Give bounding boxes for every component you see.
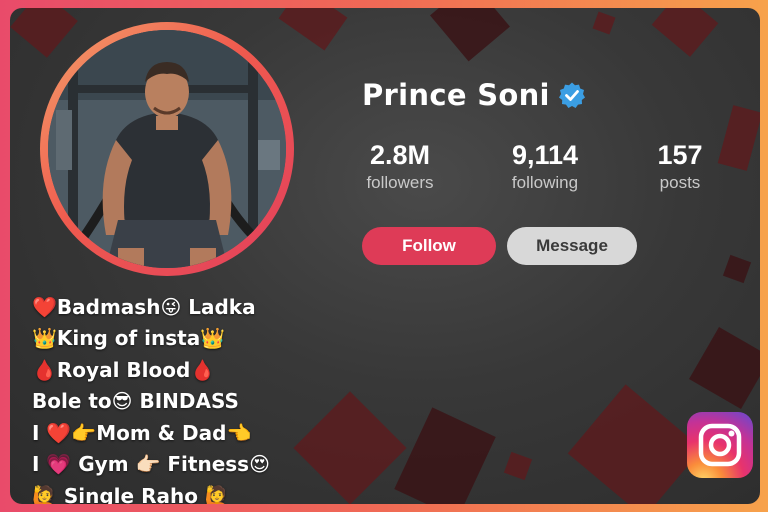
bg-shard <box>592 11 616 35</box>
profile-header: Prince Soni <box>362 78 586 112</box>
bg-shard <box>430 8 510 62</box>
stat-following[interactable]: 9,114 following <box>490 140 600 193</box>
bio-line: 👑King of insta👑 <box>32 326 226 351</box>
message-button[interactable]: Message <box>507 227 637 265</box>
stat-label: following <box>511 173 579 192</box>
verified-check-icon <box>558 82 585 108</box>
bg-shard <box>689 327 760 409</box>
bg-shard <box>722 254 752 284</box>
bio-line: 🙋 Single Raho 🙋 <box>32 483 230 504</box>
avatar-image <box>48 30 286 268</box>
bio-line: 🩸Royal Blood🩸 <box>32 357 216 382</box>
stat-value: 157 <box>657 140 703 170</box>
camera-glyph-icon <box>698 423 742 467</box>
stat-posts[interactable]: 157 posts <box>640 140 720 193</box>
bg-shard <box>394 407 496 504</box>
stat-label: followers <box>366 173 434 192</box>
stat-label: posts <box>659 173 701 192</box>
bg-shard <box>10 8 78 58</box>
bg-shard <box>717 105 760 171</box>
profile-card: Prince Soni 2.8M followers 9,114 followi… <box>10 8 760 504</box>
stat-value: 2.8M <box>369 140 431 170</box>
stat-followers[interactable]: 2.8M followers <box>350 140 450 193</box>
profile-name: Prince Soni <box>362 78 550 112</box>
bg-shard <box>567 384 703 504</box>
instagram-logo-icon[interactable] <box>687 412 753 478</box>
bg-shard <box>651 8 719 57</box>
profile-frame: Prince Soni 2.8M followers 9,114 followi… <box>0 0 768 512</box>
avatar <box>48 30 286 268</box>
follow-button[interactable]: Follow <box>362 227 496 265</box>
avatar-ring[interactable] <box>40 22 294 276</box>
bio-list: ❤️Badmash😜 Ladka 👑King of insta👑 🩸Royal … <box>32 291 270 504</box>
bio-line: I ❤️👉Mom & Dad👈 <box>32 420 252 445</box>
stat-value: 9,114 <box>511 140 579 170</box>
bg-shard <box>293 391 407 504</box>
bio-line: ❤️Badmash😜 Ladka <box>32 294 256 319</box>
bio-line: Bole to😎 BINDASS <box>32 389 239 414</box>
bg-shard <box>278 8 348 51</box>
bg-shard <box>503 451 533 481</box>
bio-line: I 💗 Gym 👉🏻 Fitness😍 <box>32 452 270 477</box>
